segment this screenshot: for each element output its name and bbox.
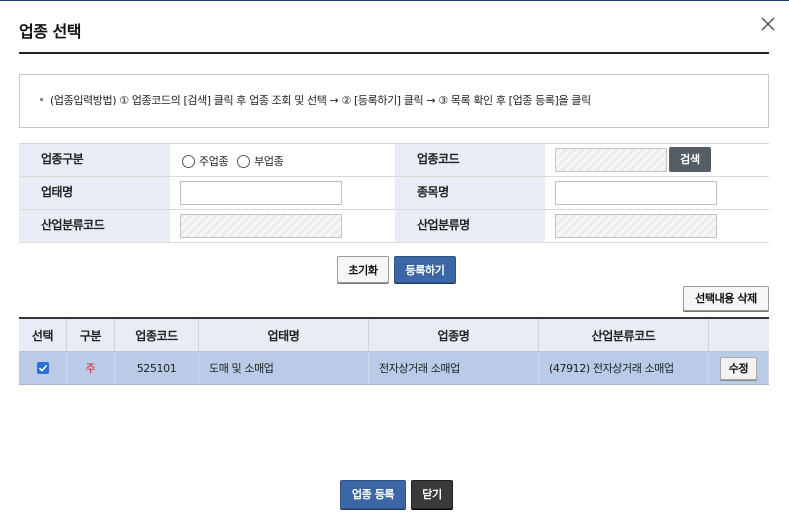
form-row-names: 업태명 종목명 [19, 177, 769, 210]
instruction-text: (업종입력방법) ① 업종코드의 [검색] 클릭 후 업종 조회 및 선택 → … [50, 94, 591, 107]
row-actions-cell: 수정 [709, 352, 769, 384]
industry-type-label: 업종구분 [19, 144, 170, 176]
row-checkbox[interactable] [36, 362, 49, 374]
table-row[interactable]: 주 525101 도매 및 소매업 전자상거래 소매업 (47912) 전자상거… [19, 352, 769, 385]
form-row-class: 산업분류코드 산업분류명 [19, 210, 769, 243]
radio-sub-industry-label: 부업종 [254, 155, 284, 168]
business-type-cell [170, 177, 395, 209]
instruction-box: (업종입력방법) ① 업종코드의 [검색] 클릭 후 업종 조회 및 선택 → … [19, 74, 769, 128]
row-select-cell [19, 352, 67, 384]
bullet-icon [40, 98, 43, 101]
register-button[interactable]: 등록하기 [394, 256, 456, 283]
industry-code-cell: 검색 [545, 144, 769, 176]
form-row-type: 업종구분 주업종 부업종 업종코드 검색 [19, 144, 769, 177]
row-industry-name-cell: 전자상거래 소매업 [369, 352, 539, 384]
edit-button[interactable]: 수정 [720, 356, 757, 380]
industry-table: 선택 구분 업종코드 업태명 업종명 산업분류코드 주 525101 도매 및 … [19, 317, 769, 385]
top-border-line [0, 0, 789, 1]
industry-class-code-label: 산업분류코드 [19, 210, 170, 242]
industry-class-code-cell [170, 210, 395, 242]
close-button[interactable]: 닫기 [411, 480, 453, 509]
industry-code-input [555, 148, 667, 172]
industry-class-name-label: 산업분류명 [395, 210, 545, 242]
title-divider [19, 52, 769, 54]
column-header-code: 업종코드 [115, 319, 199, 351]
register-industry-button[interactable]: 업종 등록 [340, 480, 406, 509]
checkmark-icon [38, 364, 47, 372]
column-header-business-type: 업태명 [199, 319, 369, 351]
industry-class-name-cell [545, 210, 769, 242]
reset-button[interactable]: 초기화 [337, 256, 389, 283]
industry-search-form: 업종구분 주업종 부업종 업종코드 검색 업태명 종목명 산업분류코드 산업분류… [19, 143, 769, 243]
item-name-cell [545, 177, 769, 209]
column-header-industry-name: 업종명 [369, 319, 539, 351]
row-type-cell: 주 [67, 352, 115, 384]
item-name-label: 종목명 [395, 177, 545, 209]
close-icon[interactable] [758, 14, 778, 34]
industry-class-code-input [180, 214, 342, 238]
main-type-badge: 주 [85, 362, 96, 375]
column-header-class-code: 산업분류코드 [539, 319, 709, 351]
column-header-select: 선택 [19, 319, 67, 351]
column-header-type: 구분 [67, 319, 115, 351]
radio-sub-industry[interactable] [237, 154, 251, 168]
item-name-input[interactable] [555, 181, 717, 205]
business-type-label: 업태명 [19, 177, 170, 209]
radio-main-industry-label: 주업종 [199, 155, 229, 168]
radio-main-industry[interactable] [182, 154, 195, 168]
dialog-title: 업종 선택 [19, 22, 81, 41]
business-type-input[interactable] [180, 181, 342, 205]
table-header: 선택 구분 업종코드 업태명 업종명 산업분류코드 [19, 319, 769, 352]
delete-selected-button[interactable]: 선택내용 삭제 [683, 286, 769, 311]
row-class-code-cell: (47912) 전자상거래 소매업 [539, 352, 709, 384]
industry-type-cell: 주업종 부업종 [170, 144, 395, 176]
row-code-cell: 525101 [115, 352, 199, 384]
industry-type-radios: 주업종 부업종 [182, 153, 292, 169]
industry-class-name-input [555, 214, 717, 238]
column-header-actions [709, 319, 769, 351]
row-business-type-cell: 도매 및 소매업 [199, 352, 369, 384]
search-button[interactable]: 검색 [669, 147, 711, 172]
industry-code-label: 업종코드 [395, 144, 545, 176]
